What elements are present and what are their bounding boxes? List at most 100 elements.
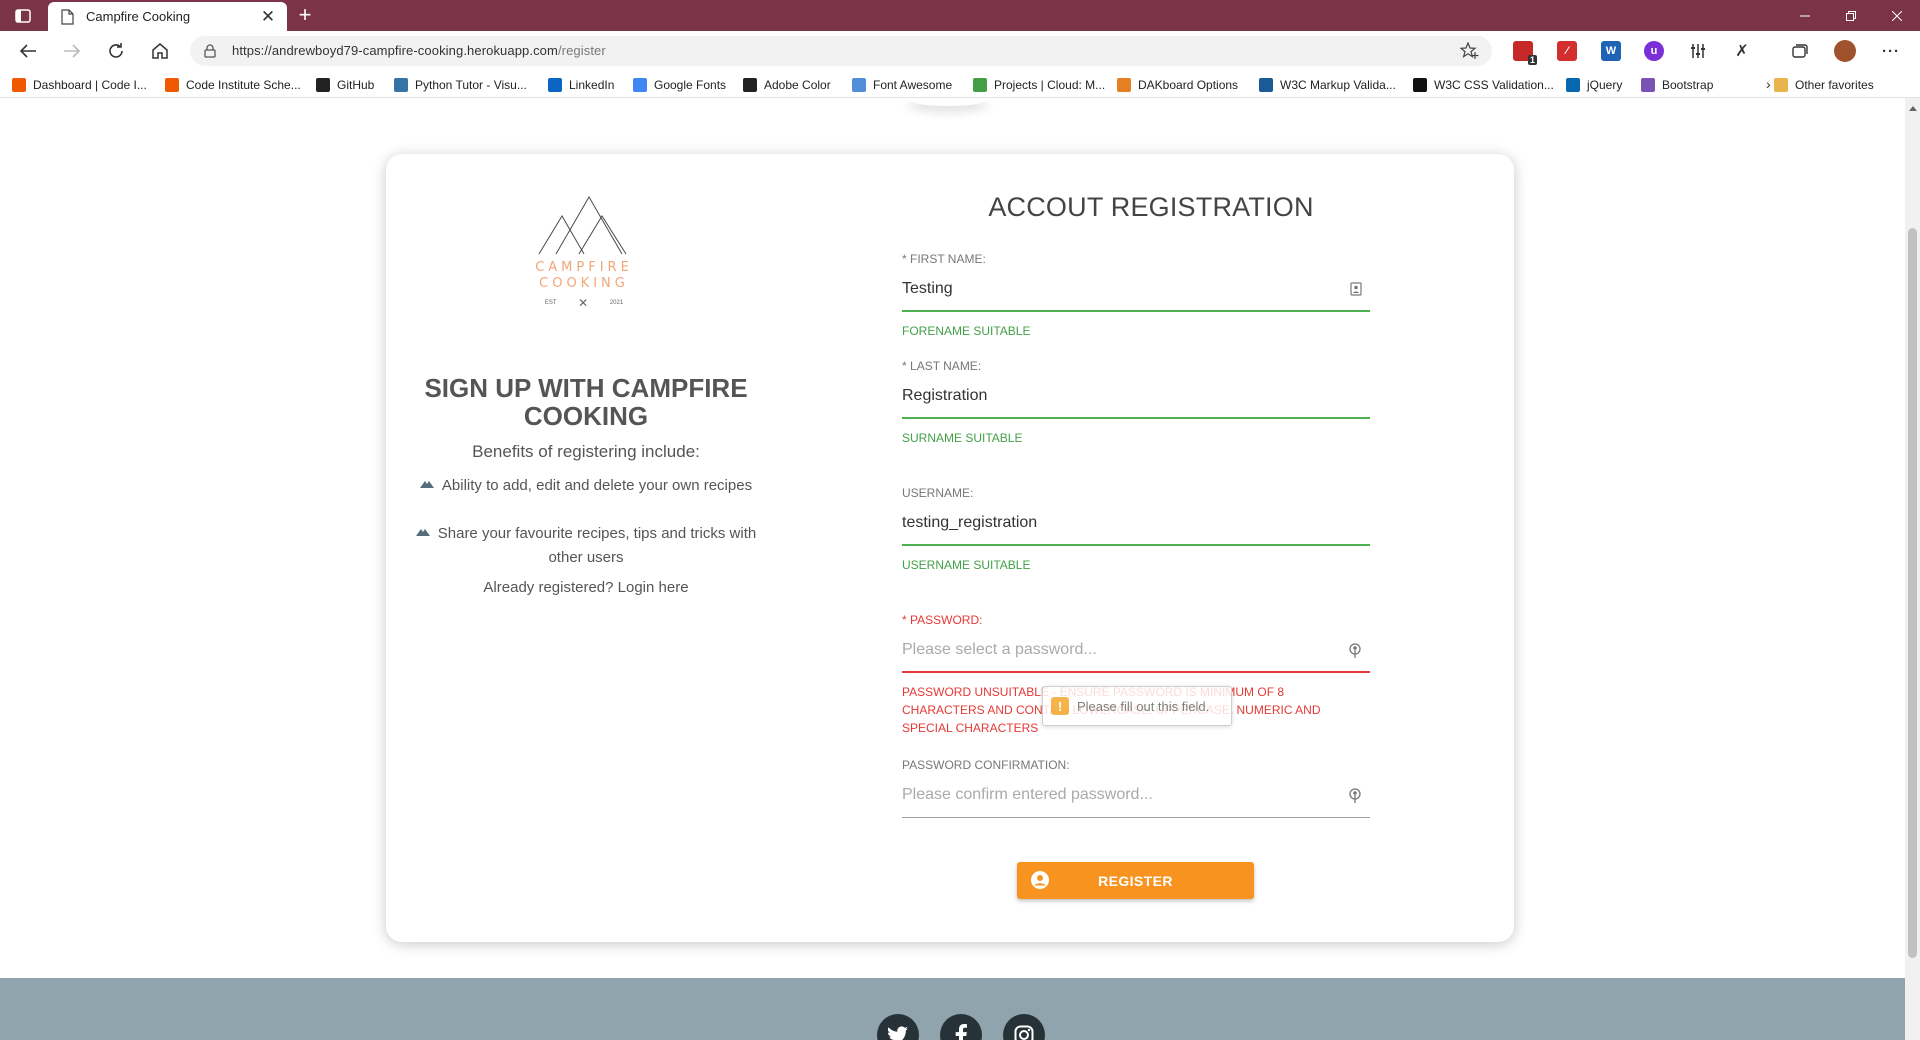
favorite-item[interactable]: Adobe Color xyxy=(743,76,831,94)
close-window-button[interactable] xyxy=(1874,0,1920,31)
back-button[interactable] xyxy=(14,39,42,63)
signup-title: SIGN UP WITH CAMPFIRE COOKING xyxy=(424,373,748,431)
favorite-site-icon xyxy=(165,78,179,92)
password-confirm-input[interactable] xyxy=(902,782,1322,808)
favorite-site-icon xyxy=(316,78,330,92)
last-name-valid-message: SURNAME SUITABLE xyxy=(902,431,1023,445)
favorite-item[interactable]: Google Fonts xyxy=(633,76,726,94)
browser-tab-active[interactable]: Campfire Cooking ✕ xyxy=(48,2,287,31)
address-bar[interactable]: https://andrewboyd79-campfire-cooking.he… xyxy=(190,36,1492,66)
extension-word-icon[interactable]: W xyxy=(1601,41,1621,61)
password-key-icon[interactable] xyxy=(1348,643,1362,659)
extension-u-icon[interactable]: u xyxy=(1644,41,1664,61)
tab-actions-menu-button[interactable] xyxy=(12,6,34,26)
tab-actions-icon xyxy=(15,9,31,23)
facebook-icon[interactable] xyxy=(940,1014,982,1040)
mountain-bullet-icon xyxy=(419,481,434,488)
username-input[interactable] xyxy=(902,510,1322,536)
favorite-item[interactable]: W3C CSS Validation... xyxy=(1413,76,1554,94)
favorite-label: jQuery xyxy=(1587,78,1623,92)
extension-mcafee-icon[interactable]: 1 xyxy=(1513,41,1537,65)
password-input-wrap xyxy=(902,629,1370,673)
first-name-label: * FIRST NAME: xyxy=(902,252,986,266)
logo-text-line2: COOKING xyxy=(539,276,629,291)
password-confirm-input-wrap xyxy=(902,774,1370,818)
tab-title: Campfire Cooking xyxy=(86,9,191,24)
favorite-label: W3C CSS Validation... xyxy=(1434,78,1554,92)
username-valid-message: USERNAME SUITABLE xyxy=(902,558,1031,572)
favorite-item[interactable]: DAKboard Options xyxy=(1117,76,1238,94)
forward-button[interactable] xyxy=(58,39,86,63)
minimize-button[interactable] xyxy=(1782,0,1828,31)
benefit-text: Ability to add, edit and delete your own… xyxy=(441,477,753,494)
favorite-item[interactable]: GitHub xyxy=(316,76,374,94)
last-name-label: * LAST NAME: xyxy=(902,359,982,373)
favorite-site-icon xyxy=(548,78,562,92)
folder-icon xyxy=(1774,78,1788,92)
favorite-label: Bootstrap xyxy=(1662,78,1714,92)
favorite-site-icon xyxy=(1566,78,1580,92)
favorite-site-icon xyxy=(852,78,866,92)
favorite-item[interactable]: Code Institute Sche... xyxy=(165,76,301,94)
first-name-input[interactable] xyxy=(902,276,1322,302)
refresh-icon xyxy=(109,43,123,58)
add-favorite-icon[interactable] xyxy=(1460,42,1480,60)
favorite-item[interactable]: W3C Markup Valida... xyxy=(1259,76,1396,94)
sliders-icon xyxy=(1691,44,1705,58)
favorite-item[interactable]: Font Awesome xyxy=(852,76,952,94)
favorite-item[interactable]: Bootstrap xyxy=(1641,76,1713,94)
password-confirm-field: PASSWORD CONFIRMATION: xyxy=(902,758,1370,818)
collections-button[interactable] xyxy=(1789,41,1809,61)
last-name-input[interactable] xyxy=(902,383,1322,409)
favorite-item[interactable]: Projects | Cloud: M... xyxy=(973,76,1105,94)
register-button[interactable]: REGISTER xyxy=(1017,862,1254,899)
restore-button[interactable] xyxy=(1828,0,1874,31)
first-name-valid-message: FORENAME SUITABLE xyxy=(902,324,1031,338)
contact-card-icon xyxy=(1350,282,1362,296)
favorite-site-icon xyxy=(1117,78,1131,92)
validation-tooltip: ! Please fill out this field. xyxy=(1042,686,1232,726)
profile-avatar[interactable] xyxy=(1834,40,1856,62)
browser-titlebar: Campfire Cooking ✕ + xyxy=(0,0,1920,31)
extension-sliders-icon[interactable] xyxy=(1688,41,1708,61)
settings-more-icon[interactable]: ··· xyxy=(1881,41,1901,61)
favorite-site-icon xyxy=(1259,78,1273,92)
refresh-button[interactable] xyxy=(102,39,130,63)
logo-cross-icon: ✕ xyxy=(578,296,589,310)
benefit-item: Ability to add, edit and delete your own… xyxy=(406,474,766,498)
more-favorites-chevron-icon[interactable]: › xyxy=(1766,75,1771,93)
logo-text-line1: CAMPFIRE xyxy=(535,260,633,275)
nav-logo-shadow xyxy=(908,98,988,106)
password-key-icon[interactable] xyxy=(1348,788,1362,804)
extension-badge: 1 xyxy=(1527,55,1537,65)
favorite-site-icon xyxy=(1641,78,1655,92)
favorite-label: W3C Markup Valida... xyxy=(1280,78,1396,92)
extension-x-icon[interactable]: ✗ xyxy=(1732,41,1752,61)
minimize-icon xyxy=(1800,15,1810,16)
favorite-item[interactable]: Dashboard | Code I... xyxy=(12,76,147,94)
favorite-site-icon xyxy=(12,78,26,92)
logo-est: EST xyxy=(544,300,557,306)
username-field: USERNAME: USERNAME SUITABLE xyxy=(902,486,1370,574)
home-button[interactable] xyxy=(146,39,174,63)
footer xyxy=(0,978,1905,1040)
favorite-item[interactable]: jQuery xyxy=(1566,76,1622,94)
favorite-label: DAKboard Options xyxy=(1138,78,1239,92)
new-tab-button[interactable]: + xyxy=(293,4,317,28)
url-text: https://andrewboyd79-campfire-cooking.he… xyxy=(232,43,606,58)
scrollbar-thumb[interactable] xyxy=(1908,228,1917,958)
favorite-item[interactable]: Python Tutor - Visu... xyxy=(394,76,527,94)
login-link[interactable]: Already registered? Login here xyxy=(406,579,766,596)
warning-icon: ! xyxy=(1051,697,1069,715)
home-icon xyxy=(152,43,168,59)
scroll-up-arrow-icon[interactable] xyxy=(1909,106,1917,111)
password-input[interactable] xyxy=(902,637,1322,663)
twitter-icon[interactable] xyxy=(877,1014,919,1040)
instagram-icon[interactable] xyxy=(1003,1014,1045,1040)
extension-pdf-icon[interactable]: ⁄ xyxy=(1557,41,1577,61)
tab-close-icon[interactable]: ✕ xyxy=(259,7,277,27)
registration-card: CAMPFIRE COOKING EST ✕ 2021 SIGN UP WITH… xyxy=(386,154,1514,942)
page-scrollbar[interactable] xyxy=(1905,98,1920,1040)
favorite-item[interactable]: LinkedIn xyxy=(548,76,614,94)
other-favorites[interactable]: Other favorites xyxy=(1774,76,1874,94)
